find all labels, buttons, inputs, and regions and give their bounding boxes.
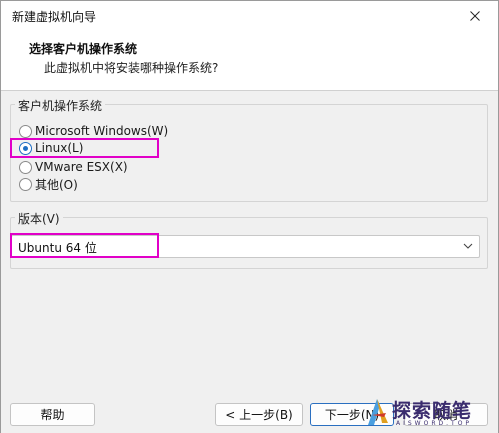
next-button[interactable]: 下一步(N)	[310, 403, 394, 426]
new-vm-wizard-window: 新建虚拟机向导 选择客户机操作系统 此虚拟机中将安装哪种操作系统? 客户机操作系…	[0, 0, 499, 433]
cancel-button[interactable]: 取消	[404, 403, 488, 426]
radio-windows[interactable]: Microsoft Windows(W)	[19, 123, 168, 139]
version-select-value: Ubuntu 64 位	[18, 241, 97, 255]
close-icon	[470, 11, 480, 21]
radio-vmware-esx[interactable]: VMware ESX(X)	[19, 159, 128, 175]
page-title: 选择客户机操作系统	[29, 42, 138, 56]
help-button[interactable]: 帮助	[10, 403, 95, 426]
radio-vmware-esx-label: VMware ESX(X)	[35, 160, 128, 174]
radio-linux[interactable]: Linux(L)	[19, 140, 83, 156]
radio-other-label: 其他(O)	[35, 177, 78, 192]
radio-vmware-esx-control[interactable]	[19, 160, 32, 174]
title-bar: 新建虚拟机向导	[1, 1, 498, 31]
radio-linux-control[interactable]	[19, 141, 32, 155]
version-legend: 版本(V)	[15, 210, 63, 227]
guest-os-legend: 客户机操作系统	[15, 97, 106, 114]
page-subtitle: 此虚拟机中将安装哪种操作系统?	[44, 61, 219, 75]
radio-other-control[interactable]	[19, 177, 32, 191]
radio-other[interactable]: 其他(O)	[19, 176, 78, 192]
radio-windows-control[interactable]	[19, 124, 32, 138]
wizard-header: 选择客户机操作系统 此虚拟机中将安装哪种操作系统?	[1, 31, 498, 91]
back-button[interactable]: < 上一步(B)	[215, 403, 303, 426]
radio-windows-label: Microsoft Windows(W)	[35, 124, 169, 138]
version-select[interactable]: Ubuntu 64 位	[11, 235, 480, 258]
window-title: 新建虚拟机向导	[12, 10, 97, 24]
chevron-down-icon	[463, 243, 473, 249]
close-button[interactable]	[452, 1, 498, 31]
radio-linux-label: Linux(L)	[35, 141, 84, 155]
